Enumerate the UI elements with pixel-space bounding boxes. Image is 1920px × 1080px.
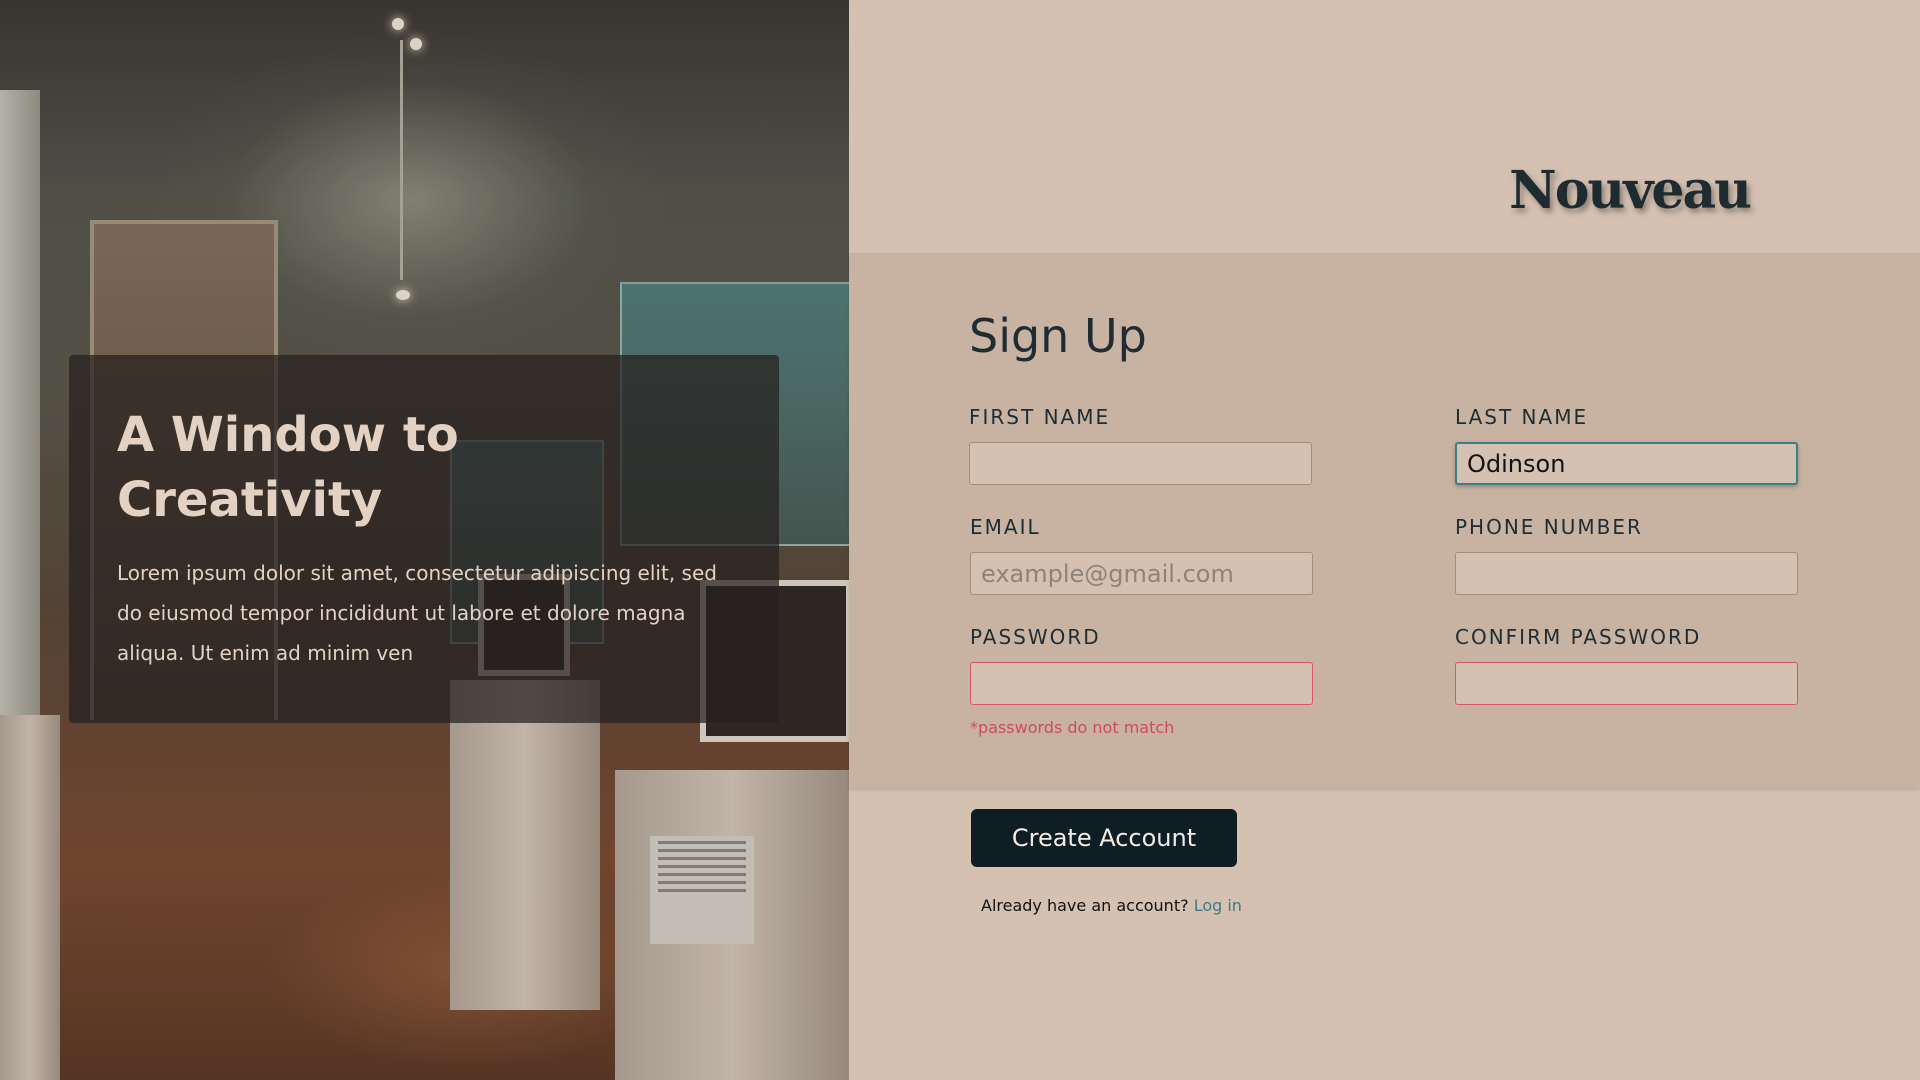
login-prompt: Already have an account? Log in	[981, 896, 1242, 915]
first-name-field[interactable]	[969, 442, 1312, 485]
form-title: Sign Up	[969, 309, 1147, 363]
first-name-label: FIRST NAME	[969, 405, 1111, 429]
password-label: PASSWORD	[970, 625, 1101, 649]
hero-text-panel: A Window to Creativity Lorem ipsum dolor…	[69, 355, 779, 723]
signup-form: Sign Up FIRST NAME LAST NAME EMAIL PHONE…	[849, 253, 1920, 788]
last-name-field[interactable]	[1455, 442, 1798, 485]
password-error-message: *passwords do not match	[970, 718, 1175, 737]
hero-title: A Window to Creativity	[117, 407, 459, 528]
login-link[interactable]: Log in	[1194, 896, 1242, 915]
password-field[interactable]	[970, 662, 1313, 705]
confirm-password-label: CONFIRM PASSWORD	[1455, 625, 1702, 649]
confirm-password-field[interactable]	[1455, 662, 1798, 705]
email-label: EMAIL	[970, 515, 1041, 539]
phone-number-label: PHONE NUMBER	[1455, 515, 1643, 539]
last-name-label: LAST NAME	[1455, 405, 1589, 429]
phone-number-field[interactable]	[1455, 552, 1798, 595]
create-account-button[interactable]: Create Account	[971, 809, 1237, 867]
hero-image: A Window to Creativity Lorem ipsum dolor…	[0, 0, 849, 1080]
login-prompt-text: Already have an account?	[981, 896, 1189, 915]
brand-logo: Nouveau	[1509, 160, 1752, 221]
email-field[interactable]	[970, 552, 1313, 595]
signup-panel: Nouveau Sign Up FIRST NAME LAST NAME EMA…	[849, 0, 1920, 1080]
hero-description: Lorem ipsum dolor sit amet, consectetur …	[117, 561, 717, 665]
